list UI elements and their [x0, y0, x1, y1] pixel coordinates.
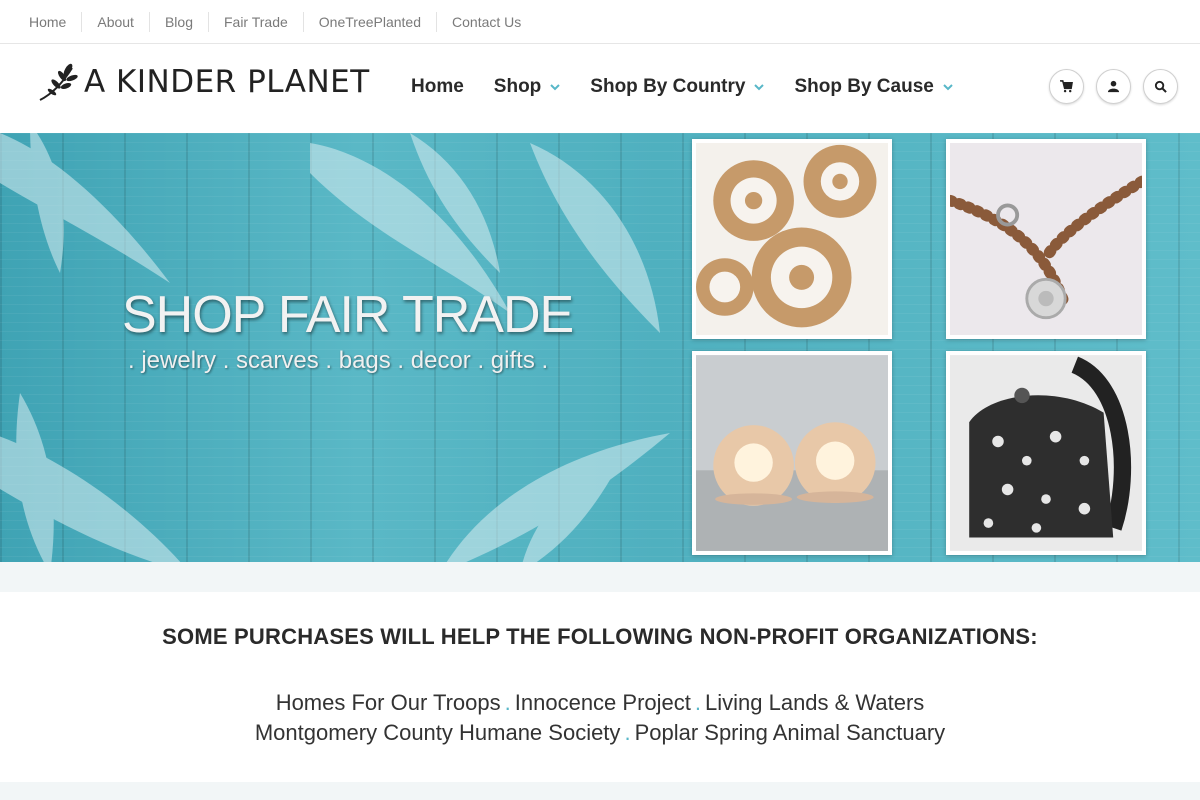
- mandala-decor-icon: [696, 143, 888, 335]
- leaf-decoration-icon: [0, 393, 181, 562]
- top-link-about[interactable]: About: [81, 11, 149, 32]
- nav-home-label: Home: [411, 76, 464, 97]
- top-utility-nav: Home About Blog Fair Trade OneTreePlante…: [0, 0, 1200, 44]
- product-photo-beaded-necklace[interactable]: [946, 139, 1146, 339]
- search-button[interactable]: [1143, 69, 1178, 104]
- site-logo[interactable]: A KINDER PLANET: [38, 62, 370, 102]
- nav-shop-label: Shop: [493, 76, 542, 97]
- product-photo-mandala-coasters[interactable]: [692, 139, 892, 339]
- nav-shop-by-country[interactable]: Shop By Country: [575, 76, 779, 98]
- site-header: A KINDER PLANET Home Shop Shop By Countr…: [0, 44, 1200, 133]
- org-homes-for-our-troops[interactable]: Homes For Our Troops: [276, 690, 501, 715]
- leaf-sprig-icon: [39, 63, 78, 101]
- nonprofit-line: Montgomery County Humane Society. Poplar …: [0, 720, 1200, 746]
- separator-dot: .: [624, 720, 631, 745]
- section-divider: [0, 782, 1200, 800]
- separator-dot: .: [504, 690, 511, 715]
- main-nav: Home Shop Shop By Country Shop By Cause: [396, 76, 968, 98]
- hero-subtitle: . jewelry . scarves . bags . decor . gif…: [128, 347, 549, 374]
- chevron-down-icon: [550, 84, 561, 91]
- nonprofit-heading: SOME PURCHASES WILL HELP THE FOLLOWING N…: [162, 624, 1038, 649]
- org-montgomery-county-humane-society[interactable]: Montgomery County Humane Society: [255, 720, 621, 745]
- header-icons: [1049, 69, 1178, 104]
- top-link-fair-trade[interactable]: Fair Trade: [207, 11, 303, 32]
- candle-holder-icon: [696, 355, 888, 551]
- cart-button[interactable]: [1049, 69, 1084, 104]
- hero-banner[interactable]: SHOP FAIR TRADE . jewelry . scarves . ba…: [0, 133, 1200, 562]
- top-link-onetreeplanted[interactable]: OneTreePlanted: [302, 11, 436, 32]
- user-icon: [1107, 80, 1120, 93]
- logo-text: A KINDER PLANET: [84, 64, 370, 100]
- org-innocence-project[interactable]: Innocence Project: [515, 690, 691, 715]
- bag-icon: [950, 355, 1142, 551]
- cart-icon: [1060, 80, 1073, 93]
- product-photo-candle-holders[interactable]: [692, 351, 892, 555]
- nav-shop-by-cause-label: Shop By Cause: [794, 76, 934, 97]
- nav-shop[interactable]: Shop: [479, 76, 576, 98]
- account-button[interactable]: [1096, 69, 1131, 104]
- org-poplar-spring-animal-sanctuary[interactable]: Poplar Spring Animal Sanctuary: [635, 720, 946, 745]
- leaf-decoration-icon: [446, 433, 670, 562]
- search-icon: [1154, 80, 1167, 93]
- chevron-down-icon: [754, 84, 765, 91]
- org-living-lands-waters[interactable]: Living Lands & Waters: [705, 690, 924, 715]
- hero-title: SHOP FAIR TRADE: [122, 286, 574, 344]
- section-divider: [0, 562, 1200, 592]
- necklace-icon: [950, 143, 1142, 335]
- nav-shop-by-country-label: Shop By Country: [590, 76, 746, 97]
- product-photo-floral-bag[interactable]: [946, 351, 1146, 555]
- nav-home[interactable]: Home: [396, 76, 479, 98]
- chevron-down-icon: [943, 84, 953, 91]
- top-link-home[interactable]: Home: [14, 12, 81, 32]
- separator-dot: .: [694, 690, 701, 715]
- top-link-contact-us[interactable]: Contact Us: [436, 11, 536, 32]
- nonprofit-line: Homes For Our Troops. Innocence Project. L…: [0, 690, 1200, 716]
- top-link-blog[interactable]: Blog: [148, 11, 208, 32]
- leaf-decoration-icon: [0, 133, 170, 283]
- nav-shop-by-cause[interactable]: Shop By Cause: [779, 76, 967, 98]
- nonprofit-section: SOME PURCHASES WILL HELP THE FOLLOWING N…: [0, 592, 1200, 782]
